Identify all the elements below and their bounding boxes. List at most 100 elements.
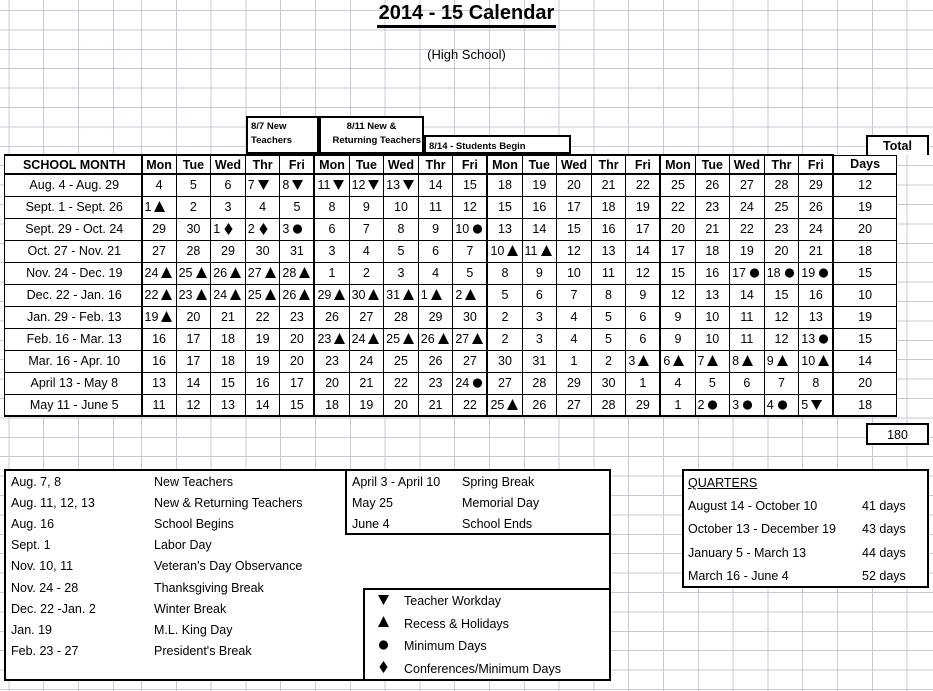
- day-cell: 19: [729, 239, 765, 263]
- event-date: Dec. 22 -Jan. 2: [11, 601, 96, 616]
- day-number: 19: [635, 200, 650, 214]
- header-total-label: Total: [866, 135, 929, 155]
- day-cell: 21: [590, 173, 627, 197]
- callout-students-begin: 8/14 - Students Begin: [424, 135, 571, 154]
- event-date: April 3 - April 10: [352, 474, 441, 489]
- day-cell: 9: [625, 283, 661, 307]
- day-number: 6: [432, 244, 440, 258]
- day-cell: 26: [417, 327, 454, 351]
- day-number: 17: [186, 332, 201, 346]
- day-cell: 2: [452, 283, 488, 307]
- day-number: 28: [601, 397, 616, 412]
- day-number: 30: [255, 244, 270, 258]
- day-cell: 28: [279, 261, 315, 285]
- day-cell: 11: [313, 173, 350, 197]
- quarter-row: August 14 - October 10 41 days: [684, 494, 927, 517]
- day-cell: 21: [210, 305, 246, 329]
- event-row: April 3 - April 10 Spring Break: [347, 471, 609, 492]
- table-row: Feb. 16 - Mar. 13 16 17 18 19 20 23 24 25 26 27 2 3 4…: [4, 327, 897, 351]
- header-day-8: Thr: [417, 154, 454, 175]
- day-cell: 9: [348, 195, 385, 219]
- day-number: 20: [325, 376, 339, 390]
- day-cell: 2: [486, 327, 523, 351]
- day-cell: 1: [556, 349, 592, 373]
- event-date: Aug. 7, 8: [11, 474, 62, 489]
- school-calendar-table: SCHOOL MONTH Mon Tue Wed Thr Fri Mon Tue Wed Thr F…: [4, 154, 897, 417]
- header-day-11: Tue: [521, 154, 558, 175]
- day-number: 28: [774, 178, 789, 193]
- legend-label: Recess & Holidays: [404, 616, 509, 631]
- day-cell: 10: [556, 261, 592, 285]
- day-number: 30: [462, 310, 477, 324]
- day-number: 7: [697, 354, 705, 368]
- page-title: 2014 - 15 Calendar: [0, 2, 933, 28]
- day-number: 3: [732, 397, 740, 412]
- day-number: 27: [359, 310, 374, 324]
- day-cell: 29: [140, 217, 177, 241]
- day-number: 21: [359, 376, 374, 390]
- day-cell: 15: [210, 371, 246, 395]
- day-cell: 28: [521, 371, 558, 395]
- day-number: 27: [152, 244, 166, 258]
- calendar-table-body: Aug. 4 - Aug. 29 4 5 6 7 8 11 12 13 14 15 18 19 20 21 2…: [4, 173, 897, 417]
- day-cell: 29: [625, 393, 661, 417]
- day-number: 24: [359, 354, 374, 368]
- table-row: Dec. 22 - Jan. 16 22 23 24 25 26 29 30 31 1 2 5 6 7 8 9…: [4, 283, 897, 307]
- triangle-up-icon: [299, 289, 311, 301]
- day-number: 19: [144, 310, 159, 324]
- day-number: 17: [732, 266, 746, 280]
- day-cell: 31: [279, 239, 315, 263]
- day-number: 19: [359, 397, 374, 412]
- day-number: 2: [189, 200, 197, 214]
- day-number: 5: [605, 310, 612, 324]
- triangle-up-icon: [195, 267, 207, 279]
- header-day-6: Tue: [348, 154, 385, 175]
- table-row: May 11 - June 5 11 12 13 14 15 18 19 20 21 22 25 26 2…: [4, 393, 897, 417]
- header-day-5: Mon: [313, 154, 350, 175]
- day-cell: 12: [175, 393, 212, 417]
- day-cell: 3: [210, 195, 246, 219]
- day-cell: 6: [625, 327, 661, 351]
- table-row: Sept. 1 - Sept. 26 1 2 3 4 5 8 9 10 11 12 15 16 17 18 1…: [4, 195, 897, 219]
- calendar-table-head: SCHOOL MONTH Mon Tue Wed Thr Fri Mon Tue Wed Thr F…: [4, 154, 897, 175]
- calendar-header-row: SCHOOL MONTH Mon Tue Wed Thr Fri Mon Tue Wed Thr F…: [4, 154, 897, 175]
- day-number: 24: [739, 200, 754, 214]
- day-number: 4: [674, 376, 682, 390]
- day-cell: 20: [313, 371, 350, 395]
- day-cell: 17: [625, 217, 661, 241]
- day-number: 22: [394, 376, 408, 390]
- triangle-down-icon: [292, 179, 304, 191]
- circle-icon: [784, 267, 795, 279]
- day-number: 31: [386, 288, 401, 302]
- legend-row: Minimum Days: [365, 635, 609, 658]
- day-cell: 17: [659, 239, 696, 263]
- header-school-month: SCHOOL MONTH: [4, 154, 142, 175]
- callout-returning-line1: 8/11 New &: [346, 121, 397, 132]
- day-cell: 20: [175, 305, 212, 329]
- day-cell: 13: [590, 239, 627, 263]
- day-cell: 11: [417, 195, 454, 219]
- day-cell: 8: [729, 349, 765, 373]
- day-cell: 3: [625, 349, 661, 373]
- day-cell: 6: [625, 305, 661, 329]
- day-number: 21: [705, 222, 720, 236]
- day-cell: 13: [798, 327, 835, 351]
- day-cell: 26: [798, 195, 835, 219]
- day-cell: 15: [763, 283, 800, 307]
- header-day-12: Wed: [556, 154, 592, 175]
- day-cell: 28: [763, 173, 800, 197]
- day-number: 13: [801, 332, 816, 346]
- day-cell: 16: [140, 349, 177, 373]
- day-number: 10: [394, 200, 408, 214]
- day-number: 26: [532, 397, 547, 412]
- day-number: 11: [152, 397, 166, 412]
- day-number: 2: [501, 310, 509, 324]
- triangle-up-icon: [472, 333, 484, 345]
- day-cell: 4: [417, 261, 454, 285]
- callout-returning-line2: Returning Teachers: [332, 135, 421, 146]
- day-cell: 25: [244, 283, 281, 307]
- day-number: 12: [351, 178, 366, 193]
- day-number: 15: [671, 266, 685, 280]
- header-day-14: Fri: [625, 154, 661, 175]
- day-number: 3: [535, 310, 543, 324]
